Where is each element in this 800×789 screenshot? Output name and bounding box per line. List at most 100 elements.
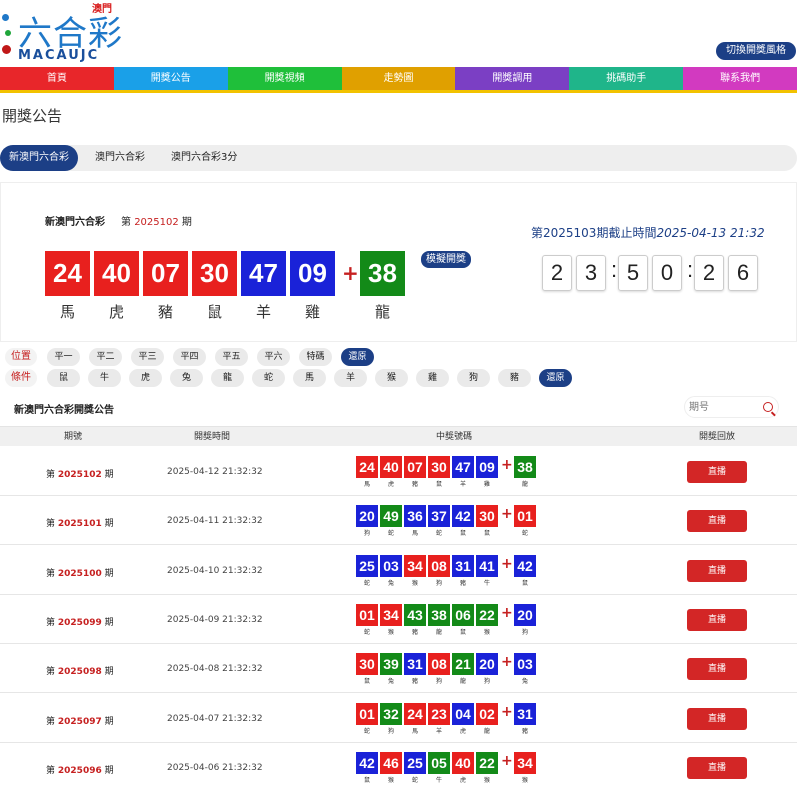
row-ball-zodiac: 龍 — [435, 628, 442, 636]
next-deadline-time: 2025-04-13 21:32 — [656, 226, 765, 240]
nav-item-trend[interactable]: 走勢圖 — [341, 67, 456, 90]
live-replay-button[interactable]: 直播 — [687, 559, 747, 582]
row-draw-time: 2025-04-08 21:32:32 — [167, 664, 263, 675]
result-zodiac: 鼠 — [206, 303, 222, 321]
condition-option[interactable]: 猴 — [375, 369, 408, 387]
row-draw-time: 2025-04-10 21:32:32 — [167, 565, 263, 576]
condition-option[interactable]: 羊 — [334, 369, 367, 387]
special-ball: 38 — [360, 251, 405, 296]
position-option[interactable]: 平一 — [47, 348, 80, 366]
row-ball: 22 — [476, 751, 498, 774]
position-reset-button[interactable]: 還原 — [341, 348, 374, 366]
live-replay-button[interactable]: 直播 — [687, 608, 747, 631]
condition-option[interactable]: 狗 — [457, 369, 490, 387]
simulate-draw-button[interactable]: 模擬開獎 — [421, 251, 471, 268]
row-issue-suffix: 期 — [104, 716, 114, 727]
row-draw-time: 2025-04-09 21:32:32 — [167, 614, 263, 625]
row-special-zodiac: 鼠 — [521, 579, 528, 587]
position-filter: 位置 平一 平二 平三 平四 平五 平六 特碼 還原 — [5, 347, 374, 367]
condition-option[interactable]: 豬 — [498, 369, 531, 387]
result-zodiac: 羊 — [255, 303, 271, 321]
table-row: 第 2025100 期 2025-04-10 21:32:32 25 蛇 03 兔 34 猴 0… — [0, 546, 797, 595]
row-ball-zodiac: 狗 — [435, 579, 442, 587]
nav-item-home[interactable]: 首頁 — [0, 67, 114, 90]
row-ball: 08 — [428, 554, 450, 577]
live-replay-button[interactable]: 直播 — [687, 756, 747, 779]
row-ball: 02 — [476, 702, 498, 725]
row-issue: 第 2025097 期 — [46, 714, 114, 727]
live-replay-button[interactable]: 直播 — [687, 510, 747, 533]
nav-item-video[interactable]: 開獎視頻 — [227, 67, 342, 90]
tab-macau-3min[interactable]: 澳門六合彩3分 — [162, 145, 246, 171]
switch-style-button[interactable]: 切換開獎風格 — [716, 42, 796, 60]
live-replay-button[interactable]: 直播 — [687, 707, 747, 730]
row-ball-zodiac: 猴 — [411, 579, 418, 587]
position-option[interactable]: 平三 — [131, 348, 164, 366]
condition-option[interactable]: 兔 — [170, 369, 203, 387]
position-option[interactable]: 平四 — [173, 348, 206, 366]
position-option[interactable]: 平五 — [215, 348, 248, 366]
live-replay-button[interactable]: 直播 — [687, 658, 747, 681]
row-ball: 30 — [356, 653, 378, 676]
logo-dot-red — [2, 45, 11, 54]
search-icon[interactable] — [763, 402, 773, 412]
position-option[interactable]: 平六 — [257, 348, 290, 366]
condition-option[interactable]: 龍 — [211, 369, 244, 387]
main-nav: 首頁 開獎公告 開獎視頻 走勢圖 開獎調用 挑碼助手 聯系我們 — [0, 67, 798, 93]
row-ball: 05 — [428, 751, 450, 774]
row-ball: 40 — [380, 456, 402, 478]
condition-option[interactable]: 雞 — [416, 369, 449, 387]
condition-option[interactable]: 馬 — [293, 369, 326, 387]
row-ball-zodiac: 馬 — [411, 727, 418, 735]
row-ball-zodiac: 猴 — [387, 628, 394, 636]
live-replay-button[interactable]: 直播 — [687, 461, 747, 483]
logo-sub: MACAUJC — [18, 48, 100, 63]
position-option[interactable]: 平二 — [89, 348, 122, 366]
result-ball: 07 — [143, 251, 188, 296]
next-deadline: 第2025103期截止時間2025-04-13 21:32 — [531, 224, 765, 241]
row-issue-prefix: 第 — [46, 568, 56, 579]
row-issue-number: 2025102 — [57, 470, 102, 480]
logo[interactable]: 六合彩 澳門 MACAUJC — [0, 0, 130, 66]
condition-reset-button[interactable]: 還原 — [539, 369, 572, 387]
tab-macau[interactable]: 澳門六合彩 — [86, 145, 154, 171]
table-row: 第 2025101 期 2025-04-11 21:32:32 20 狗 49 蛇 36 馬 3… — [0, 496, 797, 546]
condition-option[interactable]: 鼠 — [47, 369, 80, 387]
nav-item-announcement[interactable]: 開獎公告 — [113, 67, 228, 90]
condition-option[interactable]: 牛 — [88, 369, 121, 387]
position-label: 位置 — [5, 348, 37, 366]
row-plus-sign: + — [501, 752, 513, 769]
row-ball: 41 — [476, 554, 498, 577]
row-ball: 42 — [452, 505, 474, 528]
tab-new-macau[interactable]: 新澳門六合彩 — [0, 145, 78, 171]
nav-item-contact[interactable]: 聯系我們 — [683, 67, 798, 90]
table-row: 第 2025099 期 2025-04-09 21:32:32 01 蛇 34 猴 43 豬 3… — [0, 595, 797, 644]
position-option[interactable]: 特碼 — [299, 348, 332, 366]
condition-option[interactable]: 蛇 — [252, 369, 285, 387]
row-issue-number: 2025100 — [57, 568, 102, 579]
nav-item-api[interactable]: 開獎調用 — [455, 67, 570, 90]
issue-search-input[interactable] — [689, 399, 757, 416]
countdown-colon: : — [686, 257, 694, 282]
row-ball-zodiac: 兔 — [387, 678, 394, 686]
row-issue: 第 2025101 期 — [46, 516, 114, 529]
row-special-zodiac: 蛇 — [521, 530, 528, 538]
row-ball: 31 — [404, 653, 426, 676]
row-special-zodiac: 猴 — [521, 776, 528, 784]
result-ball: 30 — [192, 251, 237, 296]
condition-option[interactable]: 虎 — [129, 369, 162, 387]
row-ball-zodiac: 兔 — [387, 579, 394, 587]
row-issue-prefix: 第 — [46, 617, 56, 628]
row-ball: 40 — [452, 751, 474, 774]
row-ball: 47 — [452, 456, 474, 478]
row-ball: 38 — [428, 603, 450, 626]
row-issue-prefix: 第 — [46, 765, 56, 776]
row-ball: 06 — [452, 603, 474, 626]
row-issue-number: 2025097 — [57, 716, 102, 727]
row-ball: 30 — [476, 505, 498, 528]
nav-item-helper[interactable]: 挑碼助手 — [569, 67, 684, 90]
row-ball: 07 — [404, 456, 426, 478]
logo-dot-green — [5, 30, 11, 36]
row-ball-zodiac: 鼠 — [483, 530, 490, 538]
row-ball: 04 — [452, 702, 474, 725]
